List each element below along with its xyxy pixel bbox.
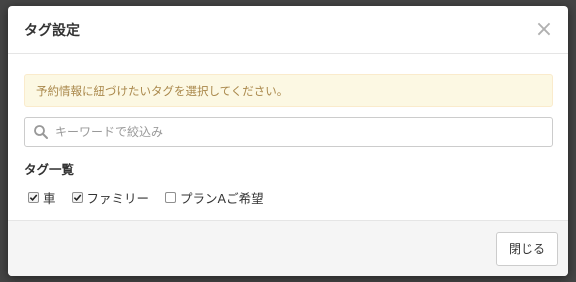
close-icon[interactable]: × — [534, 18, 554, 40]
modal-header: タグ設定 × — [8, 6, 568, 54]
modal-body: 予約情報に紐づけたいタグを選択してください。 タグ一覧 車 ファミリー — [8, 54, 568, 206]
search-input[interactable] — [55, 125, 544, 139]
checkbox-checked[interactable] — [28, 191, 39, 203]
tag-label: ファミリー — [86, 190, 150, 206]
check-icon — [73, 193, 81, 201]
check-icon — [29, 193, 38, 201]
tag-checkbox-car[interactable]: 車 — [28, 188, 56, 207]
tag-list-heading: タグ一覧 — [24, 162, 75, 177]
close-button[interactable]: 閉じる — [495, 231, 558, 266]
tag-label: プランAご希望 — [180, 190, 264, 206]
info-alert: 予約情報に紐づけたいタグを選択してください。 — [24, 74, 553, 107]
search-icon — [34, 125, 48, 139]
checkbox-checked[interactable] — [71, 191, 83, 203]
tag-settings-dialog: タグ設定 × 予約情報に紐づけたいタグを選択してください。 タグ一覧 車 — [8, 6, 568, 276]
search-field[interactable] — [24, 117, 553, 147]
modal-title: タグ設定 — [24, 22, 80, 39]
tag-list: 車 ファミリー プランAご希望 — [24, 188, 553, 206]
tag-checkbox-family[interactable]: ファミリー — [71, 188, 150, 207]
modal-footer: 閉じる — [8, 220, 568, 276]
tag-label: 車 — [43, 190, 56, 206]
checkbox-unchecked[interactable] — [165, 191, 177, 203]
tag-checkbox-plan-a[interactable]: プランAご希望 — [165, 188, 264, 207]
